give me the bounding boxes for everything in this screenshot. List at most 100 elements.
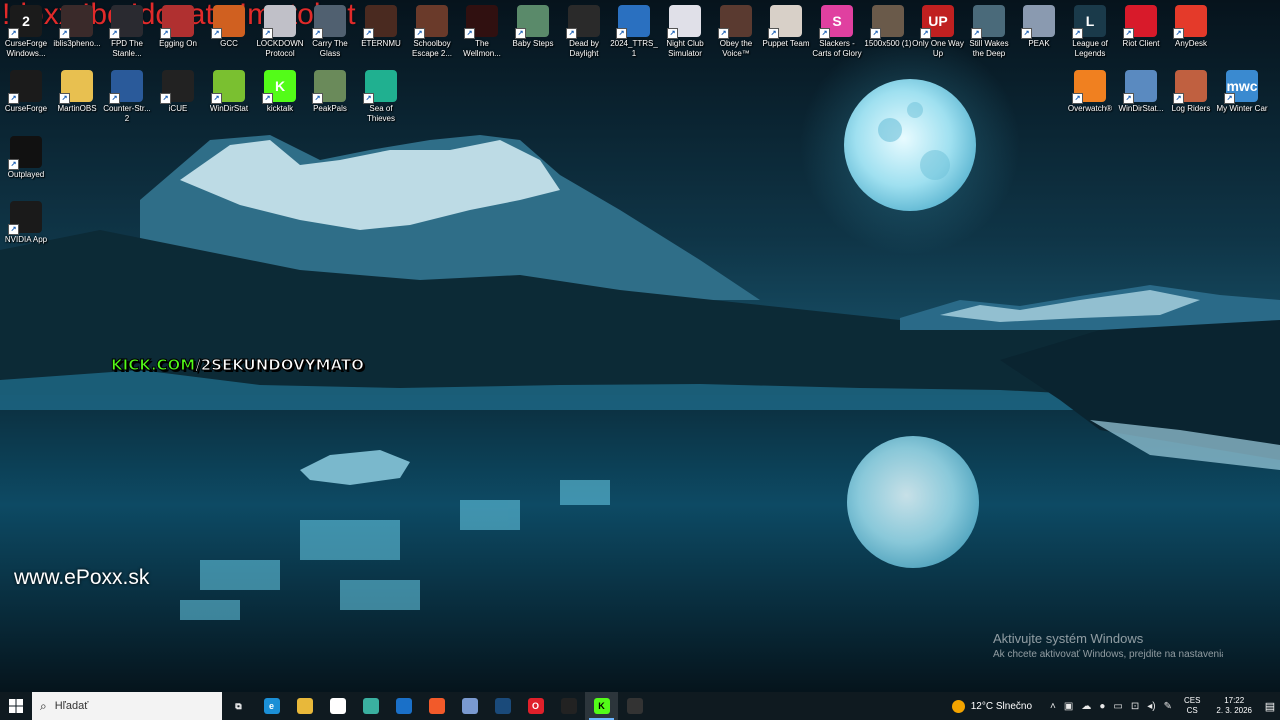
start-button[interactable] (0, 692, 32, 720)
kick-channel: /2SEKUNDOVYMATO (195, 356, 365, 375)
microphone-icon[interactable]: ● (1099, 701, 1105, 712)
desktop-icon[interactable]: ↗ AnyDesk (1165, 5, 1217, 49)
desktop-icon[interactable]: ↗ Overwatch® (1064, 70, 1116, 114)
desktop-icon[interactable]: ↗ Outplayed (0, 136, 52, 180)
desktop-icon[interactable]: ↗ PeakPals (304, 70, 356, 114)
game-icon: UP ↗ (920, 5, 954, 39)
desktop-icon[interactable]: ↗ Still Wakes the Deep (963, 5, 1015, 59)
desktop-icon-label: 1500x500 (1) (864, 39, 912, 48)
desktop-icon[interactable]: ↗ CurseForge (0, 70, 52, 114)
desktop-icon[interactable]: 2 ↗ CurseForge Windows... (0, 5, 52, 59)
taskbar-app-store[interactable] (321, 692, 354, 720)
shortcut-arrow-icon: ↗ (1173, 93, 1184, 104)
desktop-icon[interactable]: ↗ Egging On (152, 5, 204, 49)
desktop-icon[interactable]: ↗ GCC (203, 5, 255, 49)
dbd-icon: ↗ (566, 5, 600, 39)
copilot-icon (362, 698, 379, 714)
taskbar-app-brave[interactable] (420, 692, 453, 720)
shortcut-arrow-icon: ↗ (160, 28, 171, 39)
desktop-icon[interactable]: K ↗ kicktalk (254, 70, 306, 114)
desktop-icon-label: Outplayed (7, 170, 45, 179)
weather-widget[interactable]: 12°C Slnečno (951, 699, 1032, 713)
desktop-icon[interactable]: ↗ Schoolboy Escape 2... (406, 5, 458, 59)
desktop-icon[interactable]: ↗ LOCKDOWN Protocol (254, 5, 306, 59)
shortcut-arrow-icon: ↗ (8, 28, 19, 39)
display-icon[interactable]: ▭ (1113, 701, 1122, 712)
chevron-up-icon[interactable]: ˄ (1050, 701, 1056, 712)
desktop-icon-label: Dead by Daylight (569, 39, 599, 58)
taskbar-search-box[interactable]: ⌕ Hľadať (32, 692, 222, 720)
desktop-icon-label: kicktalk (266, 104, 294, 113)
outplayed-icon: ↗ (8, 136, 42, 170)
shortcut-arrow-icon: ↗ (363, 93, 374, 104)
desktop-icon[interactable]: ↗ MartinOBS (51, 70, 103, 114)
taskbar-app-task-view[interactable]: ⧉ (222, 692, 255, 720)
desktop-icon[interactable]: UP ↗ Only One Way Up (912, 5, 964, 59)
desktop-icon[interactable]: ↗ iblis3pheno... (51, 5, 103, 49)
shortcut-arrow-icon: ↗ (971, 28, 982, 39)
taskbar-app-opera[interactable]: O (519, 692, 552, 720)
taskbar-app-kicktalk[interactable]: K (585, 692, 618, 720)
taskbar-app-outlook[interactable] (387, 692, 420, 720)
desktop-icon[interactable]: mwc ↗ My Winter Car (1216, 70, 1268, 114)
shortcut-arrow-icon: ↗ (8, 93, 19, 104)
desktop-icon[interactable]: ↗ Sea of Thieves (355, 70, 407, 124)
desktop-icon[interactable]: ↗ The Wellmon... (456, 5, 508, 59)
windirstat-icon: ↗ (211, 70, 245, 104)
taskbar-app-edge[interactable]: e (255, 692, 288, 720)
desktop-icon[interactable]: ↗ Carry The Glass (304, 5, 356, 59)
keyboard-code: CS (1186, 706, 1198, 715)
desktop-icon[interactable]: ↗ Dead by Daylight (558, 5, 610, 59)
desktop-icon[interactable]: L ↗ League of Legends (1064, 5, 1116, 59)
shortcut-arrow-icon: ↗ (1123, 93, 1134, 104)
taskbar-app-steam[interactable] (486, 692, 519, 720)
taskbar-pinned-apps: ⧉ e O K (222, 692, 651, 720)
desktop-icon[interactable]: ↗ Baby Steps (507, 5, 559, 49)
shortcut-arrow-icon: ↗ (262, 28, 273, 39)
desktop-icon-label: Counter-Str... 2 (103, 104, 151, 123)
desktop-icon-label: Still Wakes the Deep (969, 39, 1009, 58)
desktop-icon[interactable]: ↗ Counter-Str... 2 (101, 70, 153, 124)
desktop-icon[interactable]: ↗ WinDirStat (203, 70, 255, 114)
desktop-icon[interactable]: ↗ NVIDIA App (0, 201, 52, 245)
pen-icon[interactable]: ✎ (1164, 701, 1172, 712)
taskbar-app-app2[interactable] (618, 692, 651, 720)
desktop-icon-label: My Winter Car (1216, 104, 1268, 113)
speaker-icon[interactable]: ◂) (1147, 701, 1155, 712)
game-icon: ↗ (312, 70, 346, 104)
input-language[interactable]: CES CS (1184, 696, 1200, 716)
desktop-icon[interactable]: S ↗ Slackers - Carts of Glory (811, 5, 863, 59)
taskbar-app-obs[interactable] (552, 692, 585, 720)
desktop-icon-label: Overwatch® (1067, 104, 1113, 113)
desktop-icon[interactable]: ↗ 1500x500 (1) (862, 5, 914, 49)
taskbar-app-app[interactable] (453, 692, 486, 720)
taskbar-app-file-explorer[interactable] (288, 692, 321, 720)
shortcut-arrow-icon: ↗ (109, 93, 120, 104)
desktop-icon[interactable]: ↗ 2024_TTRS_1 (608, 5, 660, 59)
clock[interactable]: 17:22 2. 3. 2026 (1216, 696, 1252, 716)
desktop-icon[interactable]: ↗ WinDirStat... (1115, 70, 1167, 114)
notification-icon[interactable]: ▤ (1260, 700, 1280, 713)
desktop-icon-label: FPD The Stanle... (111, 39, 143, 58)
desktop-icon[interactable]: ↗ Obey the Voice™ (710, 5, 762, 59)
desktop-icon-label: Carry The Glass (312, 39, 348, 58)
game-icon: ↗ (616, 5, 650, 39)
taskbar-app-copilot[interactable] (354, 692, 387, 720)
cloud-icon[interactable]: ☁ (1081, 701, 1091, 712)
desktop-icon-label: CurseForge Windows... (4, 39, 48, 58)
lol-icon: L ↗ (1072, 5, 1106, 39)
desktop-icon[interactable]: ↗ FPD The Stanle... (101, 5, 153, 59)
kick-channel-overlay: KICK.COM/2SEKUNDOVYMATO (110, 356, 365, 375)
desktop-icon[interactable]: ↗ Riot Client (1115, 5, 1167, 49)
desktop-icon[interactable]: ↗ Night Club Simulator (659, 5, 711, 59)
camera-icon[interactable]: ▣ (1064, 701, 1073, 712)
desktop-icon[interactable]: ↗ Puppet Team (760, 5, 812, 49)
kick-domain: KICK.COM (110, 356, 196, 375)
network-icon[interactable]: ⊡ (1131, 701, 1139, 712)
desktop-icon[interactable]: ↗ PEAK (1013, 5, 1065, 49)
kick-icon: K ↗ (262, 70, 296, 104)
desktop-icon-label: LOCKDOWN Protocol (256, 39, 304, 58)
desktop-icon[interactable]: ↗ ETERNMU (355, 5, 407, 49)
desktop-icon[interactable]: ↗ iCUE (152, 70, 204, 114)
desktop-icon[interactable]: ↗ Log Riders (1165, 70, 1217, 114)
